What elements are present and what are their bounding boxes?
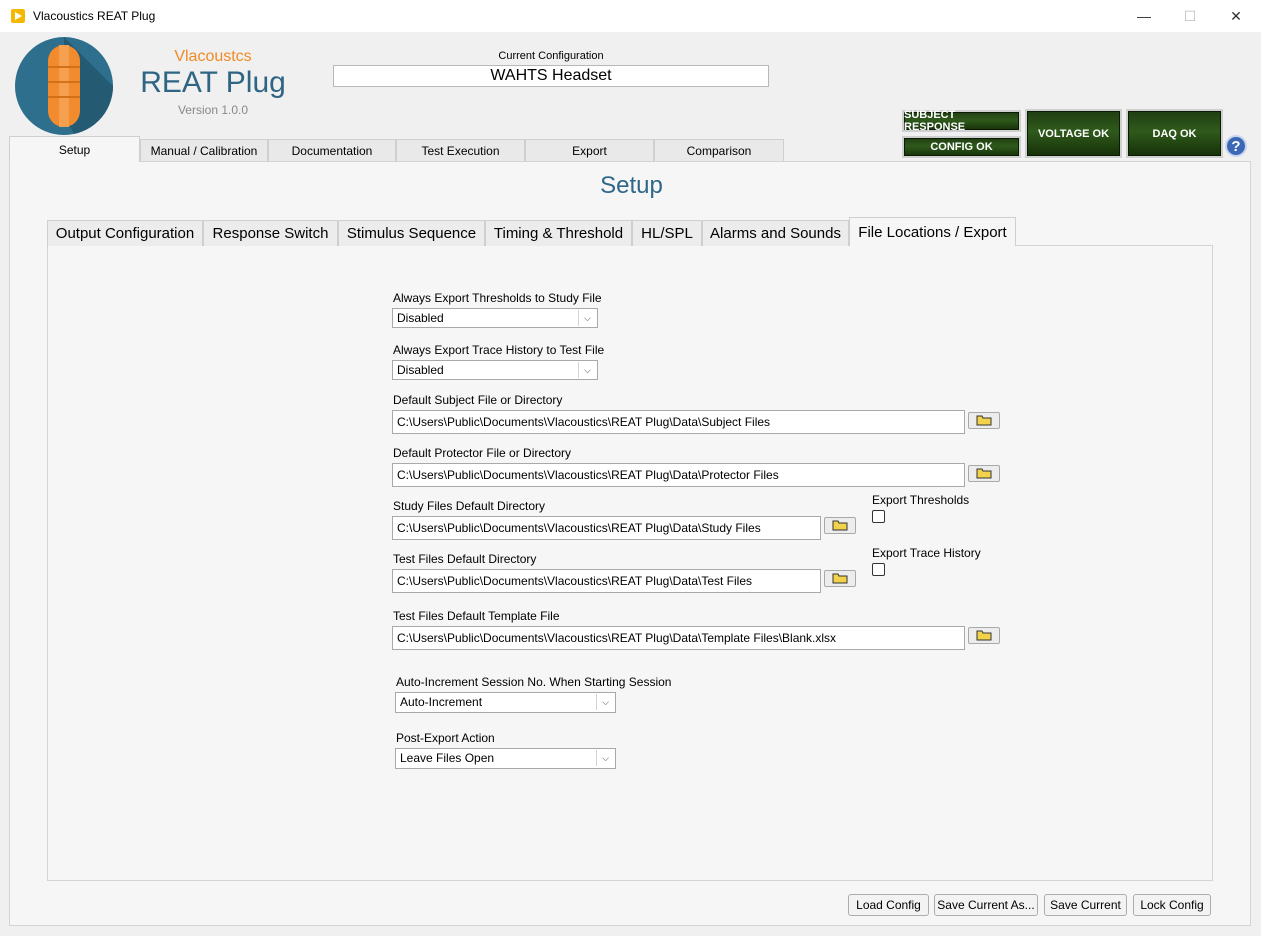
export-trace-test-label: Always Export Trace History to Test File (393, 343, 605, 357)
tab-export[interactable]: Export (525, 139, 654, 161)
minimize-button[interactable]: — (1121, 0, 1167, 32)
protector-dir-label: Default Protector File or Directory (393, 446, 572, 460)
folder-icon (976, 415, 992, 426)
study-dir-browse-button[interactable] (824, 517, 856, 534)
folder-icon (832, 573, 848, 584)
folder-icon (976, 630, 992, 641)
test-dir-label: Test Files Default Directory (393, 552, 537, 566)
tab-comparison[interactable]: Comparison (654, 139, 784, 161)
study-dir-label: Study Files Default Directory (393, 499, 546, 513)
tab-manual-calibration[interactable]: Manual / Calibration (140, 139, 268, 161)
folder-icon (976, 468, 992, 479)
subject-dir-label: Default Subject File or Directory (393, 393, 563, 407)
voltage-ok-indicator: VOLTAGE OK (1025, 109, 1122, 158)
current-config-label: Current Configuration (498, 50, 604, 62)
post-export-label: Post-Export Action (396, 731, 495, 745)
test-dir-browse-button[interactable] (824, 570, 856, 587)
test-dir-input[interactable]: C:\Users\Public\Documents\Vlacoustics\RE… (392, 569, 821, 593)
tab-output-configuration[interactable]: Output Configuration (47, 220, 203, 246)
title-bar (0, 0, 1261, 32)
template-file-input[interactable]: C:\Users\Public\Documents\Vlacoustics\RE… (392, 626, 965, 650)
post-export-value: Leave Files Open (400, 751, 495, 765)
export-thresholds-checkbox[interactable] (872, 510, 885, 523)
page-title: Setup (600, 172, 663, 199)
tab-documentation[interactable]: Documentation (268, 139, 396, 161)
help-icon[interactable]: ? (1225, 135, 1247, 157)
earplug-logo-icon (15, 37, 113, 135)
app-icon (11, 9, 25, 23)
export-trace-test-value: Disabled (397, 363, 444, 377)
folder-icon (832, 520, 848, 531)
tab-response-switch[interactable]: Response Switch (203, 220, 338, 246)
export-trace-checkbox-label: Export Trace History (872, 546, 981, 560)
daq-ok-indicator: DAQ OK (1126, 109, 1223, 158)
config-ok-indicator: CONFIG OK (902, 136, 1021, 158)
auto-increment-value: Auto-Increment (400, 695, 483, 709)
brand-product: REAT Plug (140, 66, 286, 99)
protector-dir-browse-button[interactable] (968, 465, 1000, 482)
tab-stimulus-sequence[interactable]: Stimulus Sequence (338, 220, 485, 246)
chevron-down-icon: ⌵ (578, 310, 596, 326)
window-title: Vlacoustics REAT Plug (33, 9, 156, 23)
load-config-button[interactable]: Load Config (848, 894, 929, 916)
export-thresholds-study-value: Disabled (397, 311, 444, 325)
current-config-display: WAHTS Headset (333, 65, 769, 87)
auto-increment-select[interactable]: Auto-Increment ⌵ (395, 692, 616, 713)
export-thresholds-study-select[interactable]: Disabled ⌵ (392, 308, 598, 328)
tab-test-execution[interactable]: Test Execution (396, 139, 525, 161)
export-trace-test-select[interactable]: Disabled ⌵ (392, 360, 598, 380)
save-current-as-button[interactable]: Save Current As... (934, 894, 1038, 916)
export-thresholds-study-label: Always Export Thresholds to Study File (393, 291, 602, 305)
chevron-down-icon: ⌵ (596, 694, 614, 710)
brand-company: Vlacoustcs (174, 48, 252, 65)
protector-dir-input[interactable]: C:\Users\Public\Documents\Vlacoustics\RE… (392, 463, 965, 487)
chevron-down-icon: ⌵ (596, 750, 614, 766)
study-dir-input[interactable]: C:\Users\Public\Documents\Vlacoustics\RE… (392, 516, 821, 540)
subject-response-indicator: SUBJECT RESPONSE (902, 109, 1021, 133)
auto-increment-label: Auto-Increment Session No. When Starting… (396, 675, 672, 689)
tab-hl-spl[interactable]: HL/SPL (632, 220, 702, 246)
subject-dir-input[interactable]: C:\Users\Public\Documents\Vlacoustics\RE… (392, 410, 965, 434)
inner-tab-panel (47, 245, 1213, 881)
post-export-select[interactable]: Leave Files Open ⌵ (395, 748, 616, 769)
lock-config-button[interactable]: Lock Config (1133, 894, 1211, 916)
close-button[interactable]: ✕ (1213, 0, 1259, 32)
maximize-button[interactable]: ☐ (1167, 0, 1213, 32)
save-current-button[interactable]: Save Current (1044, 894, 1127, 916)
tab-alarms-sounds[interactable]: Alarms and Sounds (702, 220, 849, 246)
tab-setup[interactable]: Setup (9, 136, 140, 162)
template-file-browse-button[interactable] (968, 627, 1000, 644)
version-label: Version 1.0.0 (177, 103, 249, 117)
subject-dir-browse-button[interactable] (968, 412, 1000, 429)
chevron-down-icon: ⌵ (578, 362, 596, 378)
tab-timing-threshold[interactable]: Timing & Threshold (485, 220, 632, 246)
tab-file-locations-export[interactable]: File Locations / Export (849, 217, 1016, 246)
export-trace-checkbox[interactable] (872, 563, 885, 576)
export-thresholds-checkbox-label: Export Thresholds (872, 493, 970, 507)
template-file-label: Test Files Default Template File (393, 609, 560, 623)
